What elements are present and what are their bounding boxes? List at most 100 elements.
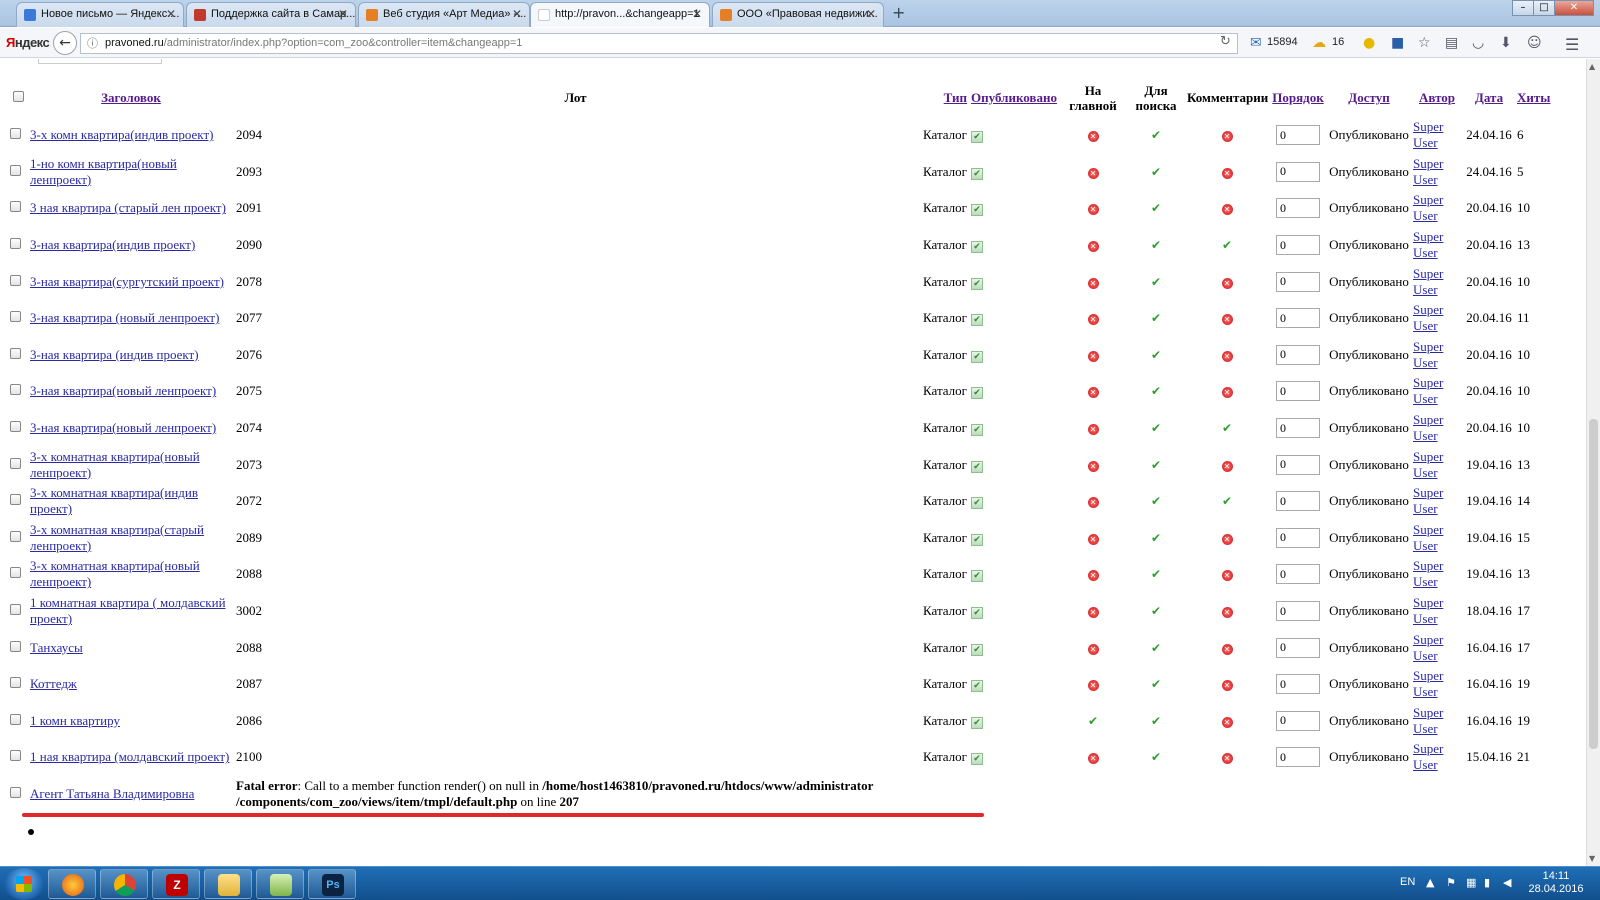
info-icon[interactable]: ⓘ [87,34,98,53]
item-title-link[interactable]: 3-ная квартира(сургутский проект) [30,274,224,289]
comments-no-icon[interactable]: ✕ [1221,643,1233,655]
author-link[interactable]: Super User [1413,522,1443,553]
author-link[interactable]: Super User [1413,339,1443,370]
published-check-icon[interactable]: ✔ [971,277,983,290]
row-checkbox[interactable] [10,567,21,579]
published-check-icon[interactable]: ✔ [971,424,983,437]
order-input[interactable] [1276,637,1320,658]
frontpage-no-icon[interactable]: ✕ [1087,607,1099,619]
published-check-icon[interactable]: ✔ [971,387,983,400]
order-input[interactable] [1276,125,1320,146]
comments-no-icon[interactable]: ✕ [1221,716,1233,728]
row-checkbox[interactable] [10,164,21,176]
frontpage-no-icon[interactable]: ✕ [1087,387,1099,399]
order-input[interactable] [1276,527,1320,548]
tab-pravoned-admin[interactable]: http://pravon...&changeapp=1 ✕ [530,2,710,27]
order-input[interactable] [1276,674,1320,695]
taskbar-photoshop[interactable]: Ps [308,869,356,899]
frontpage-no-icon[interactable]: ✕ [1087,204,1099,216]
tab-close-icon[interactable]: ✕ [692,3,702,26]
frontpage-no-icon[interactable]: ✕ [1087,277,1099,289]
bookmark-star-icon[interactable]: ☆ [1418,35,1431,51]
row-checkbox[interactable] [10,384,21,396]
search-yes-icon[interactable]: ✔ [1151,165,1161,179]
order-input[interactable] [1276,381,1320,402]
frontpage-no-icon[interactable]: ✕ [1087,167,1099,179]
order-input[interactable] [1276,198,1320,219]
row-checkbox[interactable] [10,457,21,469]
order-input[interactable] [1276,564,1320,585]
author-link[interactable]: Super User [1413,741,1443,772]
frontpage-no-icon[interactable]: ✕ [1087,131,1099,143]
search-yes-icon[interactable]: ✔ [1151,458,1161,472]
order-input[interactable] [1276,418,1320,439]
tab-close-icon[interactable]: ✕ [338,3,348,26]
temperature[interactable]: 16 [1332,36,1344,48]
published-check-icon[interactable]: ✔ [971,570,983,583]
weather-icon[interactable]: ☁ [1312,35,1326,51]
row-checkbox[interactable] [10,347,21,359]
author-link[interactable]: Super User [1413,558,1443,589]
frontpage-no-icon[interactable]: ✕ [1087,533,1099,545]
reload-icon[interactable]: ↻ [1220,34,1231,49]
search-yes-icon[interactable]: ✔ [1151,494,1161,508]
taskbar-firefox[interactable] [48,869,96,899]
order-input[interactable] [1276,747,1320,768]
flag-icon[interactable]: ⚑ [1446,876,1456,889]
search-yes-icon[interactable]: ✔ [1151,677,1161,691]
frontpage-no-icon[interactable]: ✕ [1087,314,1099,326]
comments-no-icon[interactable]: ✕ [1221,314,1233,326]
taskbar-filezilla[interactable]: Z [152,869,200,899]
published-check-icon[interactable]: ✔ [971,204,983,217]
start-button[interactable] [4,868,44,900]
author-link[interactable]: Super User [1413,668,1443,699]
row-checkbox[interactable] [10,640,21,652]
published-check-icon[interactable]: ✔ [971,533,983,546]
tab-site-support[interactable]: Поддержка сайта в Самар... ✕ [186,2,356,27]
order-input[interactable] [1276,601,1320,622]
published-check-icon[interactable]: ✔ [971,643,983,656]
item-title-link[interactable]: 3-х комнатная квартира(индив проект) [30,485,198,516]
sort-type-link[interactable]: Тип [944,90,967,105]
frontpage-no-icon[interactable]: ✕ [1087,460,1099,472]
search-yes-icon[interactable]: ✔ [1151,531,1161,545]
item-title-link[interactable]: 3-х комнатная квартира(старый ленпроект) [30,522,204,553]
item-title-link[interactable]: Танхаусы [30,640,83,655]
row-checkbox[interactable] [10,530,21,542]
search-yes-icon[interactable]: ✔ [1151,128,1161,142]
order-input[interactable] [1276,491,1320,512]
search-yes-icon[interactable]: ✔ [1151,311,1161,325]
taskbar-chrome[interactable] [100,869,148,899]
row-checkbox[interactable] [10,274,21,286]
item-title-link[interactable]: 3-х комн квартира(индив проект) [30,127,213,142]
vertical-scrollbar[interactable]: ▲ ▼ [1586,59,1600,866]
sort-author-link[interactable]: Автор [1419,90,1455,105]
author-link[interactable]: Super User [1413,156,1443,187]
item-title-link[interactable]: 1 ная квартира (молдавский проект) [30,749,229,764]
pocket-icon[interactable]: ◡ [1472,35,1484,51]
published-check-icon[interactable]: ✔ [971,716,983,729]
sort-date-link[interactable]: Дата [1475,90,1503,105]
tab-web-studio[interactable]: Веб студия «Арт Медиа» -... ✕ [358,2,530,27]
yandex-logo[interactable]: Яндекс [6,35,50,50]
author-link[interactable]: Super User [1413,302,1443,333]
author-link[interactable]: Super User [1413,119,1443,150]
search-yes-icon[interactable]: ✔ [1151,238,1161,252]
system-clock[interactable]: 14:11 28.04.2016 [1520,870,1592,896]
search-yes-icon[interactable]: ✔ [1151,201,1161,215]
sort-order-link[interactable]: Порядок [1272,90,1323,105]
order-input[interactable] [1276,308,1320,329]
order-input[interactable] [1276,454,1320,475]
comments-yes-icon[interactable]: ✔ [1222,421,1232,435]
row-checkbox[interactable] [10,604,21,616]
comments-no-icon[interactable]: ✕ [1221,387,1233,399]
comments-no-icon[interactable]: ✕ [1221,204,1233,216]
menu-icon[interactable]: ☰ [1565,35,1579,54]
chat-icon[interactable]: ☺ [1527,35,1542,51]
input-language[interactable]: EN [1400,876,1415,888]
order-input[interactable] [1276,710,1320,731]
search-yes-icon[interactable]: ✔ [1151,604,1161,618]
search-yes-icon[interactable]: ✔ [1151,567,1161,581]
author-link[interactable]: Super User [1413,229,1443,260]
item-title-link[interactable]: Агент Татьяна Владимировна [30,786,194,801]
